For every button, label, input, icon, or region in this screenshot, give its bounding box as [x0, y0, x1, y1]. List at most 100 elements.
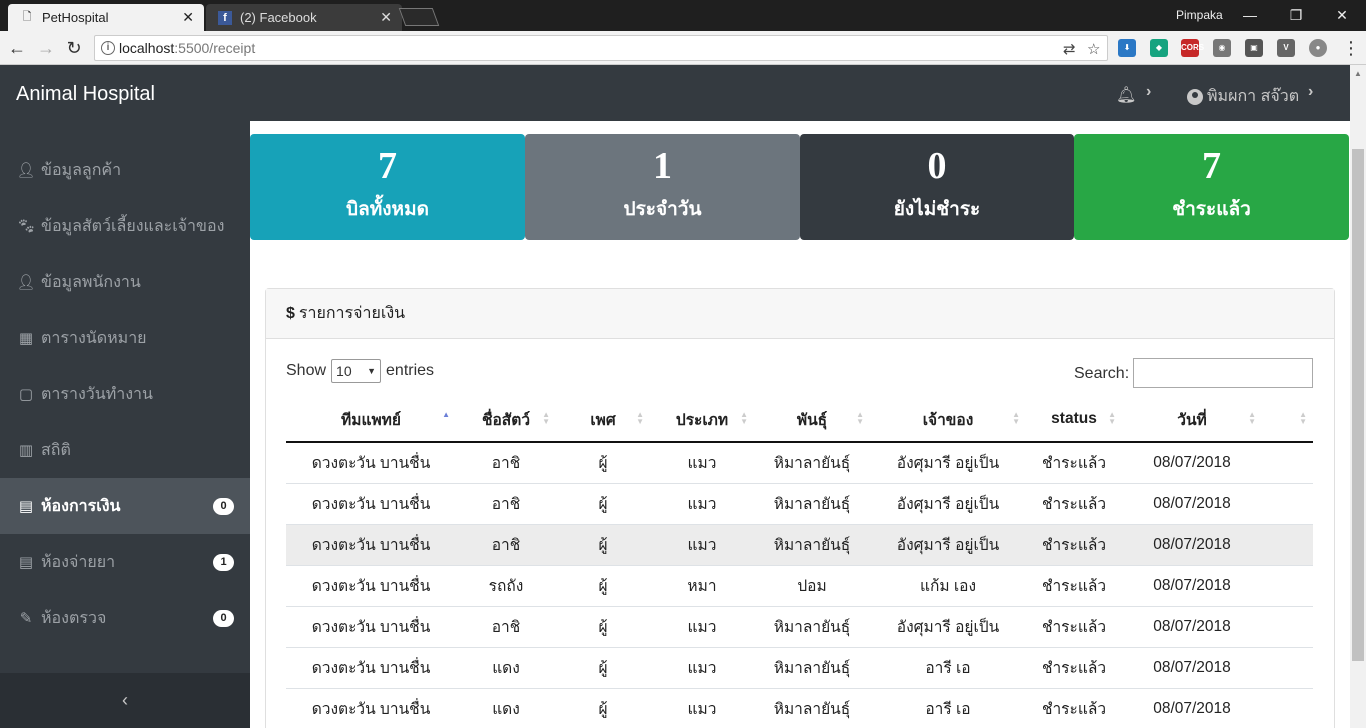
- profile-extension-icon[interactable]: ●: [1309, 39, 1327, 57]
- stat-label: ยังไม่ชำระ: [893, 199, 981, 220]
- sidebar-item-exam-room[interactable]: ✎ ห้องตรวจ 0: [0, 590, 250, 646]
- tab-facebook[interactable]: f (2) Facebook ✕: [206, 4, 402, 31]
- sidebar-item-label: ตารางนัดหมาย: [41, 329, 147, 347]
- stat-label: บิลทั้งหมด: [346, 199, 429, 220]
- page-length-control: Show 10 entries: [286, 359, 434, 383]
- table-cell: หิมาลายันธุ์: [754, 482, 870, 524]
- table-cell: หิมาลายันธุ์: [754, 646, 870, 688]
- table-row[interactable]: ดวงตะวัน บานชื่น อาชิ ผู้ แมว หิมาลายันธุ์ อั…: [286, 441, 1313, 483]
- table-cell: [1262, 564, 1313, 606]
- column-header-label: เจ้าของ: [922, 411, 974, 429]
- paw-icon: 🐾︎: [16, 218, 36, 235]
- search-input[interactable]: [1133, 358, 1313, 388]
- scrollbar-thumb[interactable]: [1352, 149, 1364, 661]
- column-header-empty[interactable]: ▲ ▼: [1262, 397, 1313, 443]
- camera-extension-icon[interactable]: ▣: [1245, 39, 1263, 57]
- chevron-right-icon[interactable]: ›: [1146, 83, 1151, 101]
- user-icon: 👤︎: [16, 274, 36, 291]
- sort-asc-icon: ▲: [442, 410, 450, 419]
- table-cell: ชำระแล้ว: [1026, 564, 1122, 606]
- column-header[interactable]: เพศ ▲ ▼: [556, 397, 650, 443]
- back-icon[interactable]: ←: [6, 37, 28, 59]
- sidebar: 👤︎ ข้อมูลลูกค้า 🐾︎ ข้อมูลสัตว์เลี้ยงและเ…: [0, 121, 250, 728]
- translate-icon[interactable]: ⇄: [1063, 38, 1076, 62]
- sidebar-item-pharmacy[interactable]: ▤ ห้องจ่ายยา 1: [0, 534, 250, 590]
- restore-icon[interactable]: ❐: [1276, 3, 1316, 27]
- close-tab-icon[interactable]: ✕: [380, 9, 392, 26]
- column-header[interactable]: พันธุ์ ▲ ▼: [754, 397, 870, 443]
- table-row[interactable]: ดวงตะวัน บานชื่น รถถัง ผู้ หมา ปอม แก้ม เอง ชำ…: [286, 564, 1313, 606]
- scroll-up-icon[interactable]: ▲: [1354, 69, 1362, 78]
- stat-card-unpaid[interactable]: 0 ยังไม่ชำระ: [800, 134, 1074, 240]
- user-name: พิมผกา สจ๊วต: [1207, 88, 1300, 105]
- reload-icon[interactable]: ↻: [63, 37, 85, 59]
- page-length-select[interactable]: 10: [331, 359, 382, 383]
- page-scrollbar[interactable]: ▲: [1350, 65, 1366, 728]
- table-cell: ดวงตะวัน บานชื่น: [286, 441, 456, 483]
- bookmark-star-icon[interactable]: ☆: [1087, 38, 1100, 62]
- table-row[interactable]: ดวงตะวัน บานชื่น อาชิ ผู้ แมว หิมาลายันธุ์ อั…: [286, 523, 1313, 565]
- table-cell: หิมาลายันธุ์: [754, 523, 870, 565]
- column-header-label: เพศ: [590, 411, 616, 429]
- app-header: Animal Hospital 🔔︎ › พิมผกา สจ๊วต ›: [0, 65, 1366, 121]
- sidebar-item-customers[interactable]: 👤︎ ข้อมูลลูกค้า: [0, 142, 250, 198]
- column-header[interactable]: ทีมแพทย์ ▲: [286, 397, 456, 443]
- stat-card-paid[interactable]: 7 ชำระแล้ว: [1074, 134, 1349, 240]
- table-cell: อารี เอ: [870, 687, 1026, 728]
- table-cell: ดวงตะวัน บานชื่น: [286, 564, 456, 606]
- url-input[interactable]: i localhost:5500/receipt ⇄ ☆: [94, 35, 1108, 61]
- sidebar-item-finance[interactable]: ▤ ห้องการเงิน 0: [0, 478, 250, 534]
- table-cell: ดวงตะวัน บานชื่น: [286, 523, 456, 565]
- vue-extension-icon[interactable]: V: [1277, 39, 1295, 57]
- table-cell: หิมาลายันธุ์: [754, 687, 870, 728]
- dollar-icon: $: [286, 304, 295, 322]
- money-icon: ▤: [18, 498, 34, 515]
- column-header[interactable]: status ▲ ▼: [1026, 397, 1122, 443]
- shield-extension-icon[interactable]: ◆: [1150, 39, 1168, 57]
- table-row[interactable]: ดวงตะวัน บานชื่น แดง ผู้ แมว หิมาลายันธุ์ อาร…: [286, 646, 1313, 688]
- table-cell: 08/07/2018: [1122, 523, 1262, 565]
- close-tab-icon[interactable]: ✕: [182, 9, 194, 26]
- stat-card-daily[interactable]: 1 ประจำวัน: [525, 134, 800, 240]
- new-tab-button[interactable]: [398, 8, 440, 26]
- tab-pethospital[interactable]: 🗋 PetHospital ✕: [8, 4, 204, 31]
- sidebar-item-label: ข้อมูลสัตว์เลี้ยงและเจ้าของ: [41, 217, 225, 235]
- sidebar-item-staff[interactable]: 👤︎ ข้อมูลพนักงาน: [0, 254, 250, 310]
- column-header[interactable]: วันที่ ▲ ▼: [1122, 397, 1262, 443]
- sidebar-item-workdays[interactable]: ▢ ตารางวันทำงาน: [0, 366, 250, 422]
- menu-dots-icon[interactable]: ⋮: [1340, 37, 1362, 59]
- table-row[interactable]: ดวงตะวัน บานชื่น อาชิ ผู้ แมว หิมาลายันธุ์ อั…: [286, 605, 1313, 647]
- close-window-icon[interactable]: ✕: [1322, 3, 1362, 27]
- chevron-right-icon[interactable]: ›: [1308, 83, 1313, 101]
- sort-icon: ▲ ▼: [1248, 410, 1256, 426]
- sidebar-item-appointments[interactable]: ▦ ตารางนัดหมาย: [0, 310, 250, 366]
- sidebar-item-pets[interactable]: 🐾︎ ข้อมูลสัตว์เลี้ยงและเจ้าของ: [0, 198, 250, 254]
- column-header[interactable]: ชื่อสัตว์ ▲ ▼: [456, 397, 556, 443]
- stat-value: 7: [378, 145, 397, 187]
- table-cell: อังศุมารี อยู่เป็น: [870, 523, 1026, 565]
- sidebar-collapse-button[interactable]: ‹: [0, 673, 250, 728]
- minimize-icon[interactable]: —: [1230, 3, 1270, 27]
- table-row[interactable]: ดวงตะวัน บานชื่น อาชิ ผู้ แมว หิมาลายันธุ์ อั…: [286, 482, 1313, 524]
- stat-value: 1: [653, 145, 672, 187]
- column-header[interactable]: ประเภท ▲ ▼: [650, 397, 754, 443]
- table-row[interactable]: ดวงตะวัน บานชื่น แดง ผู้ แมว หิมาลายันธุ์ อาร…: [286, 687, 1313, 728]
- table-cell: อาชิ: [456, 523, 556, 565]
- table-cell: อารี เอ: [870, 646, 1026, 688]
- table-cell: แดง: [456, 646, 556, 688]
- column-header[interactable]: เจ้าของ ▲ ▼: [870, 397, 1026, 443]
- table-cell: ผู้: [556, 646, 650, 688]
- info-icon[interactable]: i: [101, 41, 115, 55]
- browser-profile-name[interactable]: Pimpaka: [1176, 8, 1223, 22]
- table-cell: ดวงตะวัน บานชื่น: [286, 646, 456, 688]
- cors-extension-icon[interactable]: CORS: [1181, 39, 1204, 57]
- download-extension-icon[interactable]: ⬇: [1118, 39, 1136, 57]
- brand-title[interactable]: Animal Hospital: [16, 83, 155, 106]
- spy-extension-icon[interactable]: ◉: [1213, 39, 1231, 57]
- bell-icon[interactable]: 🔔︎: [1116, 85, 1136, 105]
- user-menu[interactable]: พิมผกา สจ๊วต: [1187, 84, 1299, 109]
- stat-card-total-bills[interactable]: 7 บิลทั้งหมด: [250, 134, 525, 240]
- sidebar-item-statistics[interactable]: ▥ สถิติ: [0, 422, 250, 478]
- forward-icon[interactable]: →: [35, 37, 57, 59]
- table-cell: อาชิ: [456, 441, 556, 483]
